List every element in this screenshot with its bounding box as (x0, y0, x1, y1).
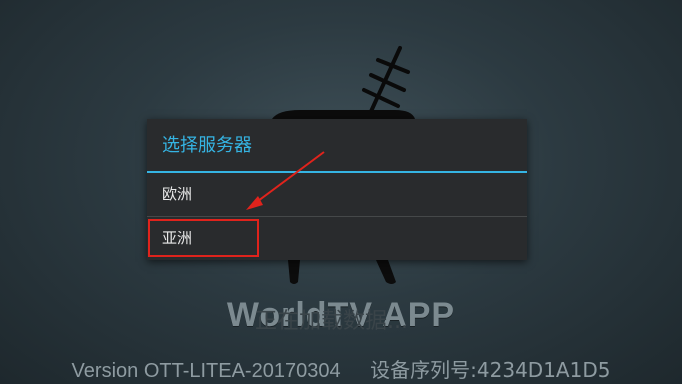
annotation-arrow-icon (246, 151, 325, 210)
